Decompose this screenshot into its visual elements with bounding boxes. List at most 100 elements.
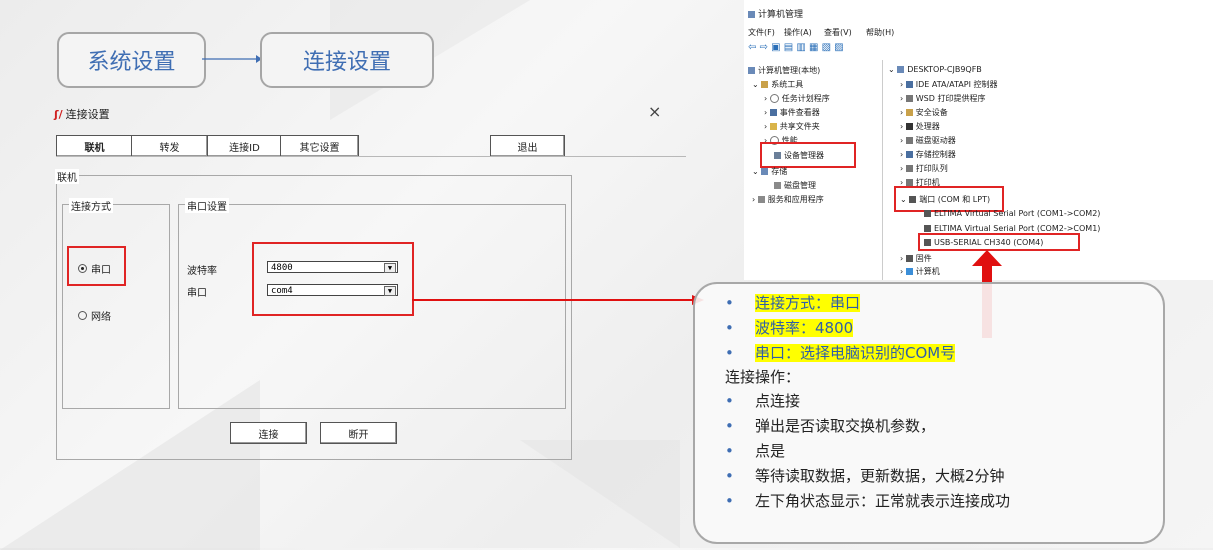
- tree-item-label: 磁盘管理: [784, 181, 816, 190]
- tree-item[interactable]: ⌄ DESKTOP-CJB9QFB: [888, 65, 982, 74]
- tree-item[interactable]: ELTIMA Virtual Serial Port (COM2->COM1): [924, 224, 1100, 233]
- dialog-title-text: 连接设置: [65, 108, 110, 121]
- info-text: 点连接: [755, 392, 801, 410]
- tree-item-label: 打印队列: [915, 164, 948, 173]
- app-icon: ʃ/: [54, 108, 63, 121]
- info-heading: 连接操作：: [725, 368, 801, 386]
- tree-item-label: ELTIMA Virtual Serial Port (COM1->COM2): [934, 209, 1101, 218]
- printer-icon: [905, 179, 913, 186]
- tools-icon: [761, 81, 769, 88]
- menu-file[interactable]: 文件(F): [748, 27, 775, 38]
- highlight-serial-fields: [252, 242, 414, 316]
- tree-item-label: 存储: [771, 167, 788, 176]
- info-line-method: • 连接方式：串口: [725, 292, 861, 313]
- bullet: •: [725, 344, 734, 362]
- tree-item[interactable]: › 任务计划程序: [764, 93, 830, 104]
- toolbar-icons[interactable]: ⇦ ⇨ ▣ ▤ ▥ ▦ ▧ ▨: [748, 42, 844, 53]
- tree-item-label: 固件: [915, 254, 932, 263]
- tree-item[interactable]: › 处理器: [900, 121, 940, 132]
- tree-item-label: 存储控制器: [915, 150, 956, 159]
- tree-item[interactable]: › 事件查看器: [764, 107, 820, 118]
- storage-icon: [761, 168, 769, 175]
- info-text: 点是: [755, 442, 786, 460]
- computer-icon: [897, 66, 905, 73]
- bullet: •: [725, 392, 734, 410]
- radio-network[interactable]: 网络: [78, 308, 111, 323]
- tree-item[interactable]: › 磁盘驱动器: [900, 135, 956, 146]
- flow-step-system-settings: 系统设置: [57, 32, 206, 88]
- tree-item[interactable]: › WSD 打印提供程序: [900, 93, 985, 104]
- menu-help[interactable]: 帮助(H): [866, 27, 894, 38]
- info-text: 波特率：4800: [755, 319, 854, 337]
- connect-button[interactable]: 连接: [230, 422, 307, 444]
- tree-item[interactable]: › 存储控制器: [900, 149, 956, 160]
- disconnect-button[interactable]: 断开: [320, 422, 397, 444]
- highlight-com4: [918, 233, 1080, 251]
- tab-online[interactable]: 联机: [56, 135, 133, 157]
- tree-item[interactable]: ELTIMA Virtual Serial Port (COM1->COM2): [924, 209, 1100, 218]
- tree-item-label: 计算机: [915, 267, 940, 276]
- flow-arrow: [202, 55, 262, 63]
- group-online-label: 联机: [55, 169, 79, 184]
- computer-icon: [748, 67, 755, 74]
- tree-item-label: 服务和应用程序: [767, 195, 824, 204]
- bullet: •: [725, 319, 734, 337]
- tree-item-label: 磁盘驱动器: [915, 136, 956, 145]
- firmware-icon: [905, 255, 913, 262]
- bullet: •: [725, 417, 734, 435]
- close-icon[interactable]: ×: [648, 102, 661, 121]
- info-step: • 点是: [725, 440, 785, 461]
- event-viewer-icon: [769, 109, 777, 116]
- tree-item-label: 任务计划程序: [781, 94, 830, 103]
- tab-other-settings[interactable]: 其它设置: [280, 135, 359, 157]
- tree-item[interactable]: › 服务和应用程序: [752, 194, 824, 205]
- info-step: • 弹出是否读取交换机参数，: [725, 415, 935, 436]
- bullet: •: [725, 492, 734, 510]
- tree-item[interactable]: › 安全设备: [900, 107, 948, 118]
- tree-item[interactable]: 计算机管理(本地): [748, 65, 820, 76]
- tree-item-label: IDE ATA/ATAPI 控制器: [915, 80, 998, 89]
- bullet: •: [725, 467, 734, 485]
- port-icon: [924, 210, 931, 217]
- menu-view[interactable]: 查看(V): [824, 27, 852, 38]
- bullet: •: [725, 442, 734, 460]
- menu-action[interactable]: 操作(A): [784, 27, 812, 38]
- highlight-radio-serial: [67, 246, 126, 286]
- security-device-icon: [905, 109, 913, 116]
- tab-connection-id[interactable]: 连接ID: [207, 135, 282, 157]
- print-queue-icon: [905, 165, 913, 172]
- exit-button[interactable]: 退出: [490, 135, 565, 157]
- info-step: • 点连接: [725, 390, 800, 411]
- tree-item[interactable]: › IDE ATA/ATAPI 控制器: [900, 79, 997, 90]
- tree-item[interactable]: › 共享文件夹: [764, 121, 820, 132]
- tree-item-label: 共享文件夹: [779, 122, 820, 131]
- group-connection-method-label: 连接方式: [69, 198, 113, 213]
- processor-icon: [905, 123, 913, 130]
- tree-item-label: ELTIMA Virtual Serial Port (COM2->COM1): [934, 224, 1101, 233]
- info-line-baud: • 波特率：4800: [725, 317, 854, 338]
- info-step: • 左下角状态显示：正常就表示连接成功: [725, 490, 1010, 511]
- disk-drive-icon: [905, 137, 913, 144]
- tree-item[interactable]: ⌄ 存储: [752, 166, 787, 177]
- tree-item[interactable]: › 计算机: [900, 266, 940, 277]
- divider: [56, 156, 686, 157]
- computer-icon: [905, 268, 913, 275]
- tab-forward[interactable]: 转发: [131, 135, 208, 157]
- tree-item[interactable]: › 打印队列: [900, 163, 948, 174]
- device-manager-window: 计算机管理 文件(F) 操作(A) 查看(V) 帮助(H) ⇦ ⇨ ▣ ▤ ▥ …: [744, 0, 1213, 280]
- group-serial-settings-label: 串口设置: [185, 198, 229, 213]
- storage-controller-icon: [905, 151, 913, 158]
- baud-rate-label: 波特率: [187, 266, 217, 277]
- tree-item-label: 系统工具: [771, 80, 804, 89]
- tree-item-label: DESKTOP-CJB9QFB: [907, 65, 982, 74]
- dialog-title: ʃ/连接设置: [54, 106, 110, 122]
- tree-item[interactable]: › 固件: [900, 253, 932, 264]
- radio-dot: [78, 311, 87, 320]
- info-text: 连接方式：串口: [755, 294, 861, 312]
- tree-item[interactable]: 磁盘管理: [774, 180, 816, 191]
- tree-item[interactable]: ⌄ 系统工具: [752, 79, 803, 90]
- tree-item-label: 事件查看器: [779, 108, 820, 117]
- connection-settings-dialog: ʃ/连接设置 × 联机 转发 连接ID 其它设置 退出 联机 连接方式 串口设置…: [50, 100, 686, 460]
- port-label: 串口: [187, 288, 207, 299]
- info-text: 串口：选择电脑识别的COM号: [755, 344, 956, 362]
